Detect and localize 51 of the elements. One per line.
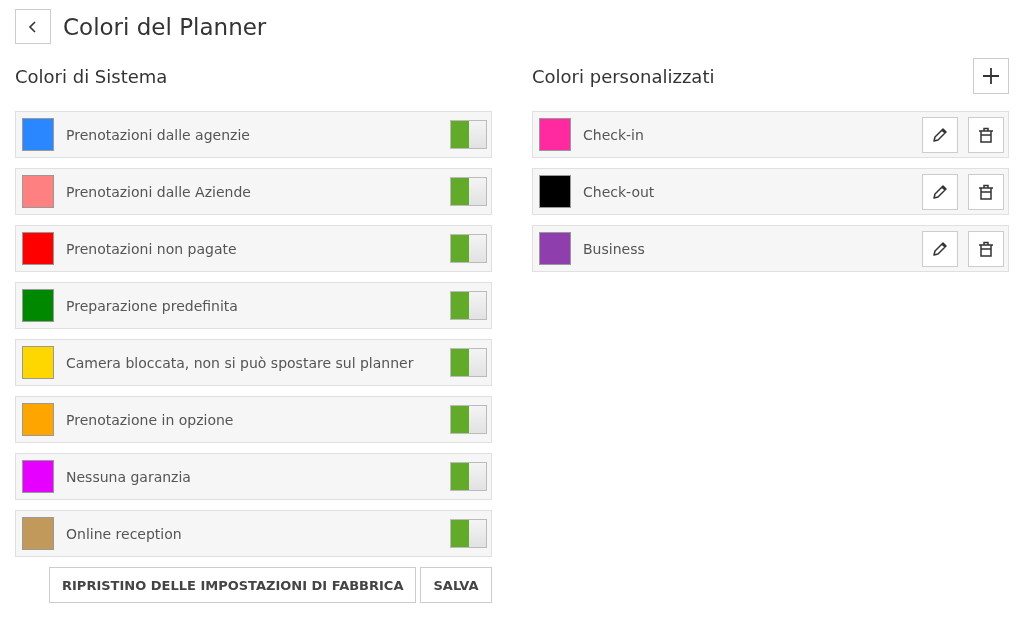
trash-icon <box>978 240 994 257</box>
toggle-switch[interactable] <box>450 177 487 206</box>
pencil-icon <box>932 240 948 257</box>
action-button[interactable]: RIPRISTINO DELLE IMPOSTAZIONI DI FABBRICA <box>49 567 417 603</box>
color-swatch[interactable] <box>22 118 54 151</box>
edit-button[interactable] <box>922 230 958 267</box>
page-title: Colori del Planner <box>63 13 267 40</box>
color-label: Nessuna garanzia <box>66 468 192 485</box>
color-label: Prenotazioni dalle Aziende <box>66 183 252 200</box>
color-swatch[interactable] <box>539 118 571 151</box>
toggle-switch[interactable] <box>450 291 487 320</box>
delete-button[interactable] <box>968 173 1004 210</box>
toggle-switch[interactable] <box>450 462 487 491</box>
color-swatch[interactable] <box>22 346 54 379</box>
color-label: Check-in <box>583 126 645 143</box>
edit-button[interactable] <box>922 173 958 210</box>
color-swatch[interactable] <box>22 289 54 322</box>
color-swatch[interactable] <box>22 517 54 550</box>
pencil-icon <box>932 183 948 200</box>
color-swatch[interactable] <box>22 403 54 436</box>
color-label: Prenotazioni non pagate <box>66 240 238 257</box>
color-swatch[interactable] <box>22 232 54 265</box>
color-swatch[interactable] <box>539 232 571 265</box>
color-label: Business <box>583 240 646 257</box>
toggle-switch[interactable] <box>450 120 487 149</box>
color-label: Check-out <box>583 183 656 200</box>
chevron-left-icon <box>28 20 38 33</box>
add-button[interactable] <box>973 58 1009 94</box>
toggle-switch[interactable] <box>450 234 487 263</box>
plus-icon <box>983 68 999 84</box>
delete-button[interactable] <box>968 230 1004 267</box>
toggle-switch[interactable] <box>450 405 487 434</box>
section-heading: Colori personalizzati <box>532 65 715 87</box>
section-heading: Colori di Sistema <box>15 65 168 87</box>
color-label: Preparazione predefinita <box>66 297 239 314</box>
delete-button[interactable] <box>968 116 1004 153</box>
color-label: Online reception <box>66 525 183 542</box>
color-label: Prenotazione in opzione <box>66 411 235 428</box>
color-swatch[interactable] <box>539 175 571 208</box>
color-swatch[interactable] <box>22 460 54 493</box>
color-label: Prenotazioni dalle agenzie <box>66 126 251 143</box>
toggle-switch[interactable] <box>450 519 487 548</box>
trash-icon <box>978 126 994 143</box>
trash-icon <box>978 183 994 200</box>
color-label: Camera bloccata, non si può spostare sul planner <box>66 354 415 371</box>
pencil-icon <box>932 126 948 143</box>
back-button[interactable] <box>15 9 51 44</box>
color-swatch[interactable] <box>22 175 54 208</box>
edit-button[interactable] <box>922 116 958 153</box>
toggle-switch[interactable] <box>450 348 487 377</box>
action-button[interactable]: SALVA <box>420 567 492 603</box>
